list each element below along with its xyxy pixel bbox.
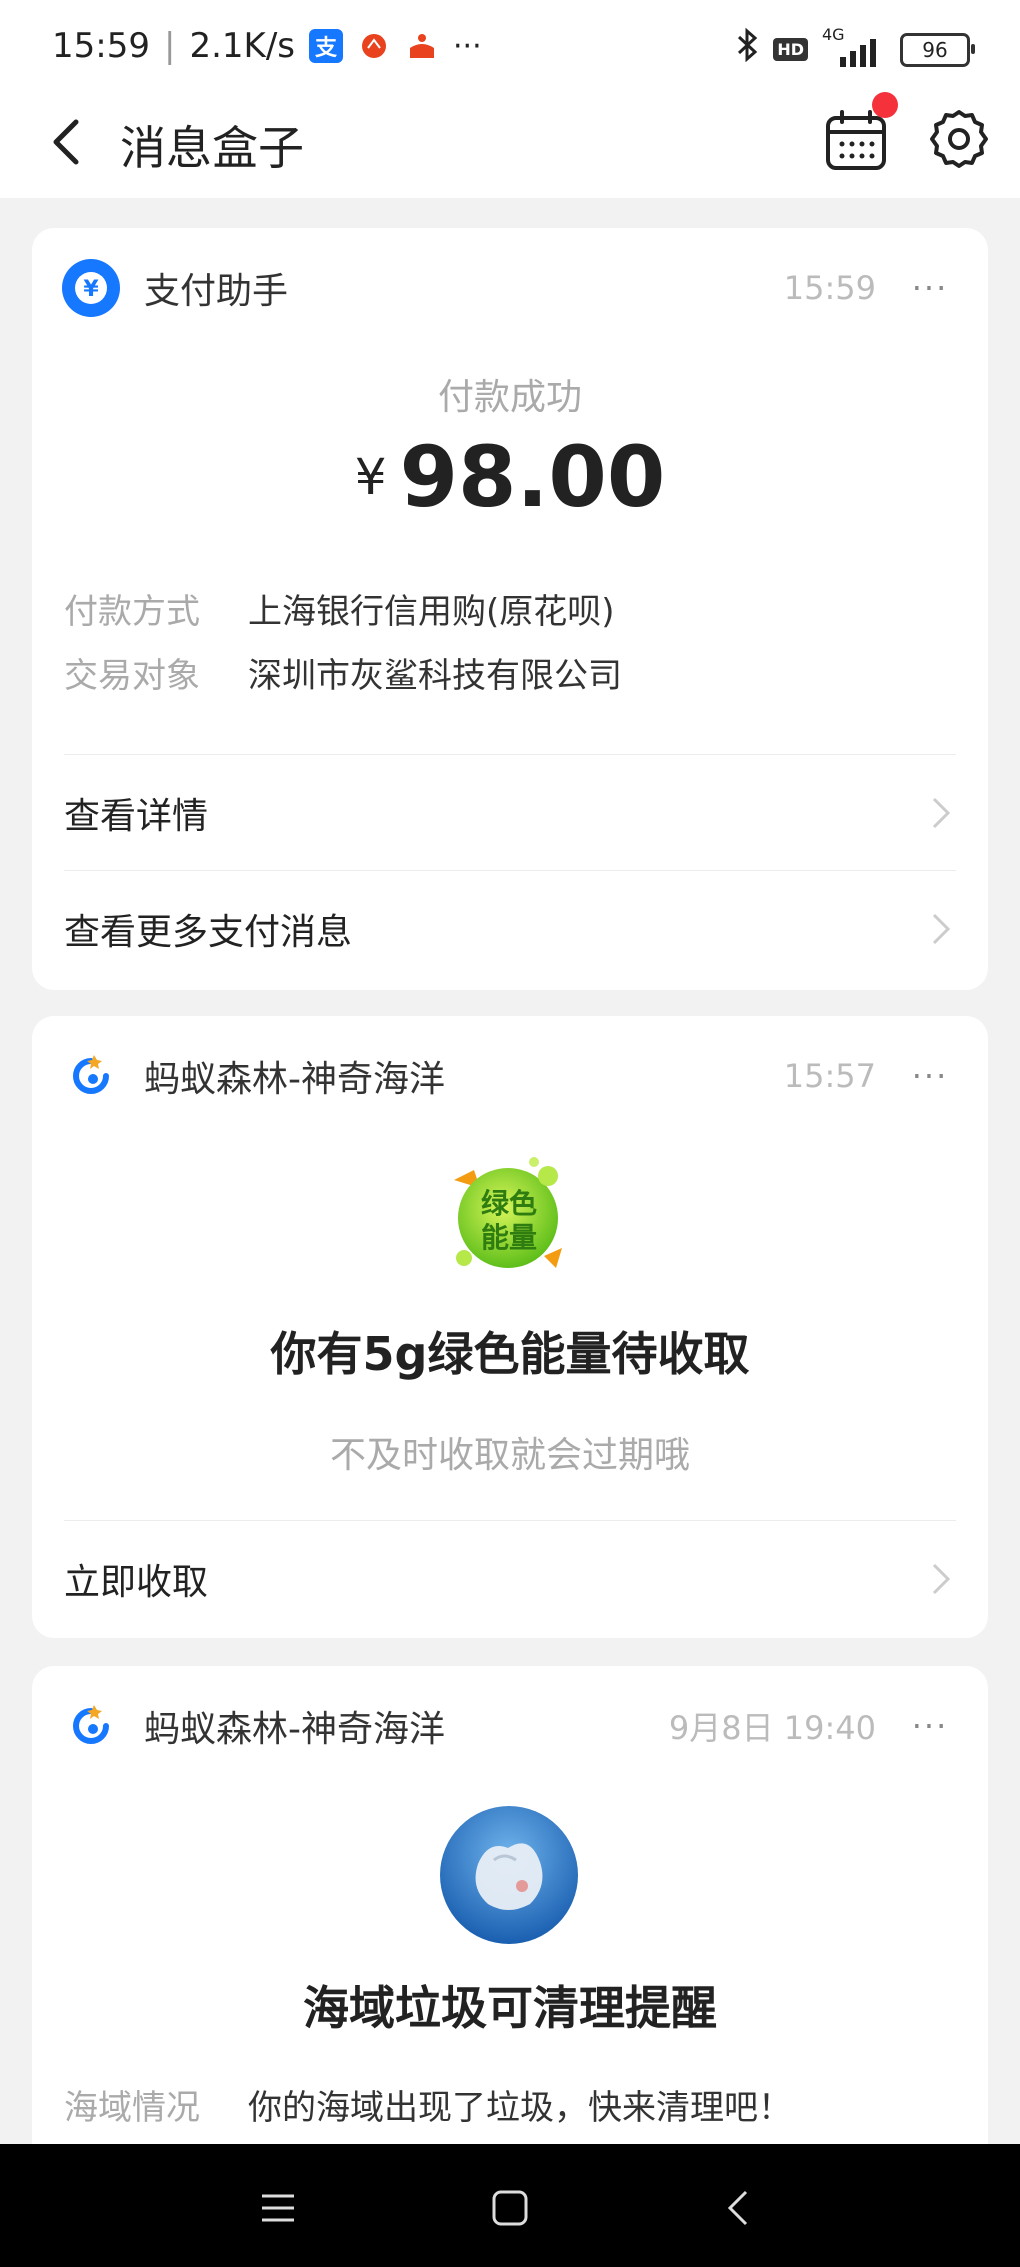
hd-icon: HD — [773, 38, 808, 61]
energy-subtitle: 不及时收取就会过期哦 — [329, 1435, 690, 1476]
card-header: ¥ 支付助手 15:59 ··· — [62, 258, 958, 318]
ant-forest-icon — [62, 1697, 120, 1755]
app-name: 蚂蚁森林-神奇海洋 — [144, 1709, 445, 1750]
chevron-right-icon — [932, 797, 951, 829]
card-header: 蚂蚁森林-神奇海洋 9月8日 19:40 ··· — [62, 1696, 958, 1756]
notification-dot — [872, 92, 898, 118]
back-icon[interactable] — [716, 2184, 764, 2232]
status-divider: | — [163, 26, 176, 66]
payment-status: 付款成功 — [437, 377, 582, 418]
message-time: 15:59 — [783, 269, 876, 307]
battery-icon: 96 — [900, 32, 975, 67]
system-nav-bar — [0, 2144, 1020, 2267]
detail-value: 上海银行信用购(原花呗) — [248, 592, 615, 632]
more-options-icon[interactable]: ··· — [902, 269, 958, 307]
view-more-payments-link[interactable]: 查看更多支付消息 — [64, 870, 956, 987]
app-notify-icon-red — [357, 29, 391, 63]
detail-key: 交易对象 — [64, 656, 200, 696]
svg-text:¥: ¥ — [83, 277, 99, 302]
alipay-notify-icon: 支 — [309, 29, 343, 63]
energy-card[interactable]: 蚂蚁森林-神奇海洋 15:57 ··· 绿色 能量 你有5g绿色能量待收取 不及… — [32, 1016, 988, 1638]
menu-icon[interactable] — [254, 2184, 302, 2232]
gear-icon[interactable] — [928, 108, 990, 170]
home-icon[interactable] — [486, 2184, 534, 2232]
green-energy-badge: 绿色 能量 — [444, 1152, 574, 1282]
app-name: 蚂蚁森林-神奇海洋 — [144, 1059, 445, 1100]
ocean-trash-icon — [440, 1806, 578, 1944]
status-net-speed: 2.1K/s — [189, 26, 295, 66]
more-options-icon[interactable]: ··· — [902, 1707, 958, 1745]
message-time: 9月8日 19:40 — [668, 1709, 876, 1747]
status-time: 15:59 — [52, 26, 150, 66]
header-bar: 消息盒子 — [0, 92, 1020, 198]
ocean-title: 海域垃圾可清理提醒 — [303, 1981, 717, 2035]
payment-card[interactable]: ¥ 支付助手 15:59 ··· 付款成功 ¥ 98.00 付款方式 上海银行信… — [32, 228, 988, 990]
detail-key: 付款方式 — [64, 592, 200, 632]
link-label: 立即收取 — [64, 1562, 209, 1603]
link-label: 查看更多支付消息 — [64, 912, 353, 953]
message-time: 15:57 — [783, 1057, 876, 1095]
ocean-card[interactable]: 蚂蚁森林-神奇海洋 9月8日 19:40 ··· 海域垃圾可清理提醒 海域情况 … — [32, 1666, 988, 2186]
app-name: 支付助手 — [144, 271, 289, 312]
detail-key: 海域情况 — [64, 2088, 200, 2128]
detail-value: 深圳市灰鲨科技有限公司 — [248, 656, 622, 696]
energy-badge-line2: 能量 — [480, 1221, 537, 1254]
view-details-link[interactable]: 查看详情 — [64, 754, 956, 871]
energy-title: 你有5g绿色能量待收取 — [270, 1327, 750, 1381]
app-notify-icon-cake — [405, 29, 439, 63]
detail-row: 付款方式 上海银行信用购(原花呗) — [64, 584, 615, 633]
status-more-icon: ··· — [453, 28, 482, 64]
currency-symbol: ¥ — [354, 448, 387, 506]
more-options-icon[interactable]: ··· — [902, 1057, 958, 1095]
card-header: 蚂蚁森林-神奇海洋 15:57 ··· — [62, 1046, 958, 1106]
chevron-right-icon — [932, 1563, 951, 1595]
battery-level: 96 — [922, 37, 948, 62]
detail-value: 你的海域出现了垃圾，快来清理吧！ — [248, 2088, 792, 2128]
page-title: 消息盒子 — [120, 121, 304, 175]
detail-row: 海域情况 你的海域出现了垃圾，快来清理吧！ — [64, 2080, 792, 2129]
payment-amount: 98.00 — [399, 428, 666, 526]
bluetooth-icon — [735, 27, 759, 71]
ant-forest-icon — [62, 1047, 120, 1105]
link-label: 查看详情 — [64, 796, 209, 837]
payment-assistant-icon: ¥ — [62, 259, 120, 317]
back-arrow-icon[interactable] — [40, 112, 100, 172]
signal-icon: 4G — [822, 25, 886, 67]
collect-now-link[interactable]: 立即收取 — [64, 1520, 956, 1637]
payment-amount-row: ¥ 98.00 — [32, 428, 988, 526]
chevron-right-icon — [932, 913, 951, 945]
detail-row: 交易对象 深圳市灰鲨科技有限公司 — [64, 648, 622, 697]
status-bar: 15:59 | 2.1K/s 支 ··· HD 4G 96 — [0, 0, 1020, 92]
